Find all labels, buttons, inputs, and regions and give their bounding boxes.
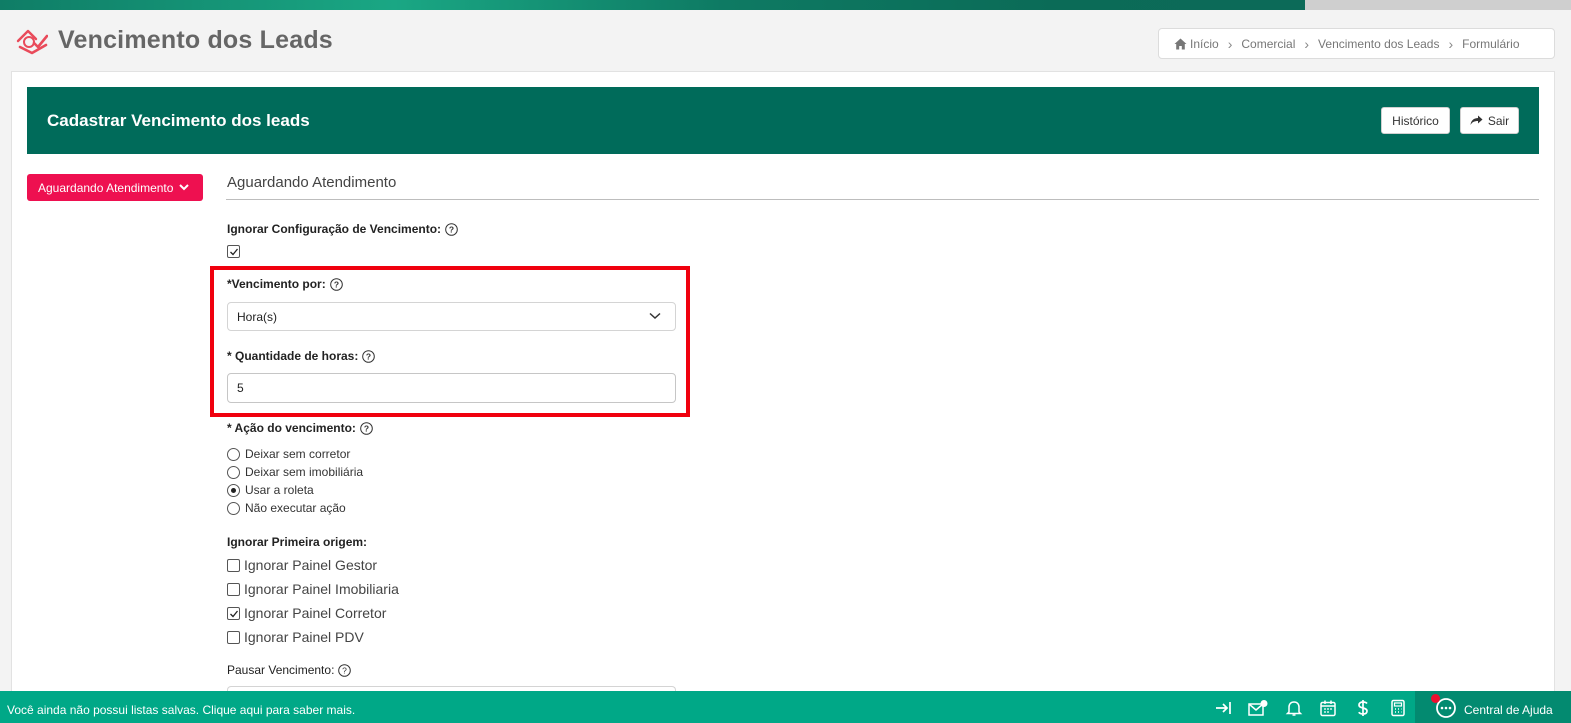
checkbox[interactable] <box>227 582 240 596</box>
breadcrumb: Início › Comercial › Vencimento dos Lead… <box>1158 28 1555 59</box>
question-circle-icon[interactable]: ? <box>338 663 352 677</box>
share-arrow-icon <box>1470 115 1483 125</box>
question-circle-icon[interactable]: ? <box>360 421 373 435</box>
acao-vencimento-label-text: * Ação do vencimento: <box>227 421 356 435</box>
vencimento-por-label-text: *Vencimento por: <box>227 277 326 291</box>
svg-text:?: ? <box>364 423 369 433</box>
section-title: Aguardando Atendimento <box>227 174 397 191</box>
quantidade-horas-label-text: * Quantidade de horas: <box>227 349 359 363</box>
vencimento-por-select[interactable]: Hora(s) <box>227 302 676 331</box>
pausar-vencimento-label-text: Pausar Vencimento: <box>227 663 335 677</box>
radio-button[interactable] <box>227 465 240 479</box>
ignorar-config-label: Ignorar Configuração de Vencimento: ? <box>227 222 458 236</box>
help-center-label: Central de Ajuda <box>1464 703 1553 717</box>
chevron-right-icon: › <box>1448 35 1454 52</box>
radio-usar-a-roleta[interactable]: Usar a roleta <box>227 483 314 497</box>
quantidade-horas-label: * Quantidade de horas: ? <box>227 349 376 363</box>
form-title: Cadastrar Vencimento dos leads <box>47 111 310 130</box>
svg-text:?: ? <box>449 224 454 234</box>
notification-dot <box>1431 694 1440 703</box>
form-header: Cadastrar Vencimento dos leads Histórico… <box>27 87 1539 154</box>
breadcrumb-item-comercial[interactable]: Comercial <box>1241 37 1295 51</box>
radio-label: Deixar sem corretor <box>245 447 351 461</box>
check-ignorar-painel-imobiliaria[interactable]: Ignorar Painel Imobiliaria <box>227 581 399 597</box>
chevron-down-icon <box>649 312 661 320</box>
question-circle-icon[interactable]: ? <box>329 277 343 291</box>
svg-text:?: ? <box>343 665 348 675</box>
vencimento-por-value: Hora(s) <box>237 309 278 324</box>
checkbox[interactable] <box>227 558 240 572</box>
help-center-button[interactable]: Central de Ajuda <box>1415 691 1571 723</box>
saved-lists-message[interactable]: Você ainda não possui listas salvas. Cli… <box>7 703 355 717</box>
radio-button[interactable] <box>227 447 240 461</box>
top-accent-bar <box>0 0 1571 10</box>
ignorar-config-label-text: Ignorar Configuração de Vencimento: <box>227 222 442 236</box>
radio-label: Não executar ação <box>245 501 346 515</box>
collapse-right-icon[interactable] <box>1214 699 1232 717</box>
home-icon <box>1174 38 1187 49</box>
breadcrumb-item-vencimento[interactable]: Vencimento dos Leads <box>1318 37 1439 51</box>
chevron-down-icon <box>179 184 190 191</box>
status-dropdown[interactable]: Aguardando Atendimento <box>27 174 203 201</box>
checkbox-label: Ignorar Painel Imobiliaria <box>244 581 399 597</box>
radio-label: Deixar sem imobiliária <box>245 465 364 479</box>
house-check-logo-icon <box>16 29 48 55</box>
top-accent-gray <box>1305 0 1571 10</box>
radio-button-selected[interactable] <box>227 483 240 497</box>
check-ignorar-painel-corretor[interactable]: Ignorar Painel Corretor <box>227 605 386 621</box>
check-icon <box>230 248 239 256</box>
dollar-icon[interactable] <box>1354 699 1372 717</box>
section-divider <box>226 199 1539 200</box>
bottom-bar: Você ainda não possui listas salvas. Cli… <box>0 691 1571 723</box>
svg-text:?: ? <box>334 279 339 289</box>
page-header: Vencimento dos Leads Início › Comercial … <box>0 10 1571 72</box>
breadcrumb-item-formulario: Formulário <box>1462 36 1520 51</box>
check-ignorar-painel-gestor[interactable]: Ignorar Painel Gestor <box>227 557 377 573</box>
svg-text:?: ? <box>366 351 371 361</box>
radio-deixar-sem-corretor[interactable]: Deixar sem corretor <box>227 447 350 461</box>
mail-settings-icon[interactable] <box>1248 699 1269 717</box>
question-circle-icon[interactable]: ? <box>362 349 376 363</box>
calendar-icon[interactable] <box>1319 699 1337 717</box>
checkbox[interactable] <box>227 630 240 644</box>
chevron-right-icon: › <box>1227 35 1233 52</box>
check-icon <box>230 610 239 617</box>
radio-label: Usar a roleta <box>245 483 314 497</box>
radio-deixar-sem-imobiliaria[interactable]: Deixar sem imobiliária <box>227 465 363 479</box>
checkbox-label: Ignorar Painel Gestor <box>244 557 378 573</box>
question-circle-icon[interactable]: ? <box>445 222 458 236</box>
chevron-right-icon: › <box>1304 35 1310 52</box>
sair-label: Sair <box>1487 113 1510 128</box>
bell-icon[interactable] <box>1285 699 1303 717</box>
calculator-icon[interactable] <box>1389 699 1407 717</box>
checkbox-label: Ignorar Painel Corretor <box>244 605 387 621</box>
sair-button[interactable]: Sair <box>1460 107 1519 134</box>
acao-vencimento-label: * Ação do vencimento: ? <box>227 421 373 435</box>
quantidade-horas-input[interactable]: 5 <box>227 373 676 403</box>
radio-nao-executar-acao[interactable]: Não executar ação <box>227 501 346 515</box>
page-title: Vencimento dos Leads <box>58 26 333 54</box>
status-dropdown-label: Aguardando Atendimento <box>38 180 174 195</box>
ignorar-origem-label-text: Ignorar Primeira origem: <box>227 535 368 549</box>
checkbox-checked[interactable] <box>227 606 240 620</box>
ignorar-config-checkbox[interactable] <box>227 245 240 258</box>
pausar-vencimento-label: Pausar Vencimento: ? <box>227 663 352 677</box>
vencimento-por-label: *Vencimento por: ? <box>227 277 343 291</box>
radio-button[interactable] <box>227 501 240 515</box>
historico-button[interactable]: Histórico <box>1381 107 1450 134</box>
breadcrumb-item-inicio[interactable]: Início <box>1190 37 1219 51</box>
top-accent-gradient <box>0 0 1315 10</box>
checkbox-label: Ignorar Painel PDV <box>244 629 364 645</box>
ignorar-origem-label: Ignorar Primeira origem: <box>227 535 367 549</box>
check-ignorar-painel-pdv[interactable]: Ignorar Painel PDV <box>227 629 364 645</box>
